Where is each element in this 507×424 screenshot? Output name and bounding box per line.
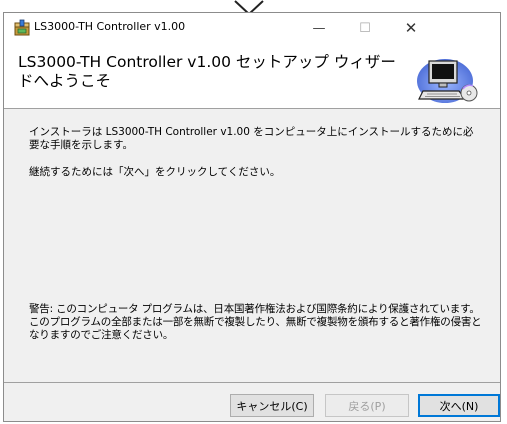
copyright-warning-text: 警告: このコンピュータ プログラムは、日本国著作権法および国際条約により保護さ… xyxy=(29,303,482,341)
minimize-button[interactable]: — xyxy=(296,13,342,43)
wizard-header: LS3000-TH Controller v1.00 セットアップ ウィザードへ… xyxy=(4,43,500,109)
wizard-body: インストーラは LS3000-TH Controller v1.00 をコンピュ… xyxy=(4,109,500,382)
maximize-button[interactable]: ☐ xyxy=(342,13,388,43)
next-button[interactable]: 次へ(N) xyxy=(418,394,500,417)
back-button[interactable]: 戻る(P) xyxy=(325,394,409,417)
window-title: LS3000-TH Controller v1.00 xyxy=(34,20,186,33)
installer-package-icon xyxy=(14,19,30,36)
footer-divider xyxy=(4,382,500,383)
page-title: LS3000-TH Controller v1.00 セットアップ ウィザードへ… xyxy=(18,53,396,90)
intro-text: インストーラは LS3000-TH Controller v1.00 をコンピュ… xyxy=(29,126,474,151)
title-bar[interactable]: LS3000-TH Controller v1.00 — ☐ ✕ xyxy=(4,13,500,43)
setup-wizard-window: LS3000-TH Controller v1.00 — ☐ ✕ LS3000-… xyxy=(3,12,501,422)
continue-instruction-text: 継続するためには「次へ」をクリックしてください。 xyxy=(29,166,281,178)
close-button[interactable]: ✕ xyxy=(388,13,434,43)
computer-setup-icon xyxy=(417,59,478,103)
cancel-button[interactable]: キャンセル(C) xyxy=(230,394,314,417)
